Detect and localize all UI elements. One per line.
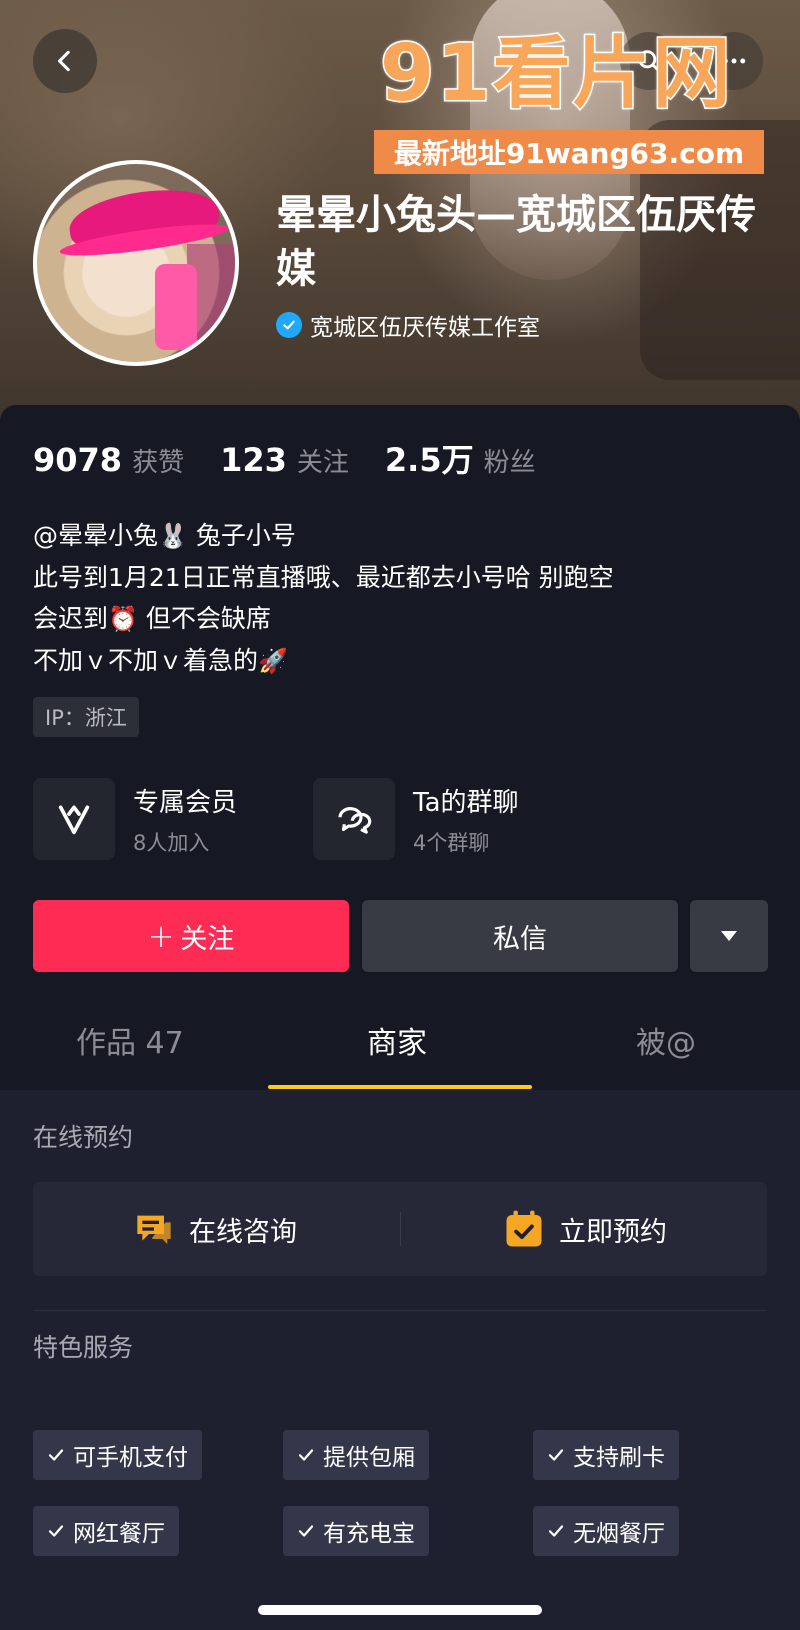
service-tag: 有充电宝 — [283, 1506, 429, 1556]
ip-location-badge: IP：浙江 — [33, 697, 139, 737]
more-options-button[interactable] — [690, 900, 768, 972]
group-chat-entry[interactable]: Ta的群聊 4个群聊 — [313, 778, 519, 860]
rabbit-emoji-icon: 🐰 — [158, 522, 188, 550]
watermark-logo: 91看片网 最新地址91wang63.com — [374, 28, 780, 178]
verified-badge-row[interactable]: 宽城区伍厌传媒工作室 — [276, 308, 540, 342]
tab-works[interactable]: 作品 47 — [76, 1018, 184, 1062]
service-tag: 无烟餐厅 — [533, 1506, 679, 1556]
verified-check-icon — [276, 312, 302, 338]
bio-mention[interactable]: @晕晕小兔 — [33, 521, 158, 550]
calendar-check-icon — [506, 1210, 542, 1247]
member-title: 专属会员 — [133, 787, 238, 818]
chat-orange-icon — [137, 1215, 171, 1244]
likes-count: 9078 — [33, 441, 123, 479]
service-tag-label: 网红餐厅 — [73, 1521, 165, 1547]
check-icon — [298, 1449, 314, 1461]
watermark-address-bar: 最新地址91wang63.com — [374, 130, 764, 174]
reserve-now-label: 立即预约 — [559, 1216, 667, 1248]
check-icon — [548, 1525, 564, 1537]
service-tag-label: 可手机支付 — [73, 1445, 188, 1471]
follow-label: 关注 — [180, 923, 235, 955]
section-divider — [33, 1310, 767, 1311]
booking-box: 在线咨询 立即预约 — [33, 1182, 767, 1276]
bio-line-1-text: 兔子小号 — [187, 521, 296, 550]
service-tag-label: 支持刷卡 — [573, 1445, 665, 1471]
back-button[interactable] — [33, 29, 97, 93]
service-tag: 网红餐厅 — [33, 1506, 179, 1556]
service-tag-label: 无烟餐厅 — [573, 1521, 665, 1547]
booking-section-title: 在线预约 — [33, 1123, 134, 1152]
tab-merchant[interactable]: 商家 — [367, 1018, 427, 1062]
online-consult-label: 在线咨询 — [189, 1216, 297, 1248]
active-tab-indicator — [268, 1085, 532, 1089]
merchant-panel: 在线预约 在线咨询 立即预约 特色服务 可手机支付 提供包厢 支持刷卡 网红餐厅… — [0, 1090, 800, 1630]
bio-line-4-text: 不加ｖ不加ｖ着急的 — [33, 646, 259, 675]
check-icon — [298, 1525, 314, 1537]
bio-line-3-text-a: 会迟到 — [33, 604, 109, 633]
bio-line-3-text-b: 但不会缺席 — [137, 604, 271, 633]
watermark-logo-text: 91看片网 — [379, 28, 733, 121]
service-tag: 支持刷卡 — [533, 1430, 679, 1480]
exclusive-member-entry[interactable]: 专属会员 8人加入 — [33, 778, 237, 860]
service-tag-label: 有充电宝 — [323, 1521, 415, 1547]
online-consult-button[interactable]: 在线咨询 — [133, 1182, 297, 1276]
check-icon — [548, 1449, 564, 1461]
triangle-down-icon — [721, 931, 737, 941]
bio-line-1: @晕晕小兔🐰 兔子小号 — [33, 515, 773, 557]
followers-label[interactable]: 粉丝 — [484, 442, 536, 479]
follow-button[interactable]: + 关注 — [33, 900, 349, 972]
profile-tabs: 作品 47 商家 被@ — [0, 1000, 800, 1090]
verified-label: 宽城区伍厌传媒工作室 — [310, 315, 540, 341]
stats-row: 9078 获赞 123 关注 2.5万 粉丝 — [33, 435, 572, 481]
bio-line-4: 不加ｖ不加ｖ着急的🚀 — [33, 640, 773, 682]
avatar[interactable] — [33, 160, 239, 366]
check-icon — [48, 1449, 64, 1461]
plus-icon: + — [147, 917, 175, 955]
avatar-phone — [155, 264, 197, 350]
profile-name: 晕晕小兔头—宽城区伍厌传媒 — [276, 192, 756, 292]
booking-divider — [400, 1212, 401, 1246]
following-count: 123 — [220, 441, 287, 479]
service-tag-label: 提供包厢 — [323, 1445, 415, 1471]
message-button[interactable]: 私信 — [362, 900, 678, 972]
tab-mentions[interactable]: 被@ — [636, 1018, 696, 1062]
v-member-icon — [33, 778, 115, 860]
alarm-clock-emoji-icon: ⏰ — [108, 605, 138, 633]
reserve-now-button[interactable]: 立即预约 — [503, 1182, 667, 1276]
services-section-title: 特色服务 — [33, 1333, 134, 1362]
check-icon — [48, 1525, 64, 1537]
member-subtitle: 8人加入 — [133, 830, 210, 855]
home-indicator[interactable] — [258, 1605, 542, 1615]
following-label[interactable]: 关注 — [297, 442, 349, 479]
group-chat-subtitle: 4个群聊 — [413, 830, 490, 855]
watermark-address-text: 最新地址91wang63.com — [393, 137, 745, 170]
message-label: 私信 — [493, 923, 547, 955]
bio-line-2: 此号到1月21日正常直播哦、最近都去小号哈 别跑空 — [33, 563, 614, 592]
followers-count: 2.5万 — [384, 441, 474, 479]
rocket-emoji-icon: 🚀 — [258, 647, 288, 675]
chevron-left-icon — [58, 50, 70, 72]
service-tag: 提供包厢 — [283, 1430, 429, 1480]
service-tag: 可手机支付 — [33, 1430, 202, 1480]
group-chat-title: Ta的群聊 — [413, 787, 519, 818]
bio-line-3: 会迟到⏰ 但不会缺席 — [33, 598, 773, 640]
profile-card: 9078 获赞 123 关注 2.5万 粉丝 @晕晕小兔🐰 兔子小号 此号到1月… — [0, 405, 800, 1090]
likes-label[interactable]: 获赞 — [132, 442, 184, 479]
chat-bubbles-icon — [313, 778, 395, 860]
bio: @晕晕小兔🐰 兔子小号 此号到1月21日正常直播哦、最近都去小号哈 别跑空 会迟… — [33, 515, 773, 682]
